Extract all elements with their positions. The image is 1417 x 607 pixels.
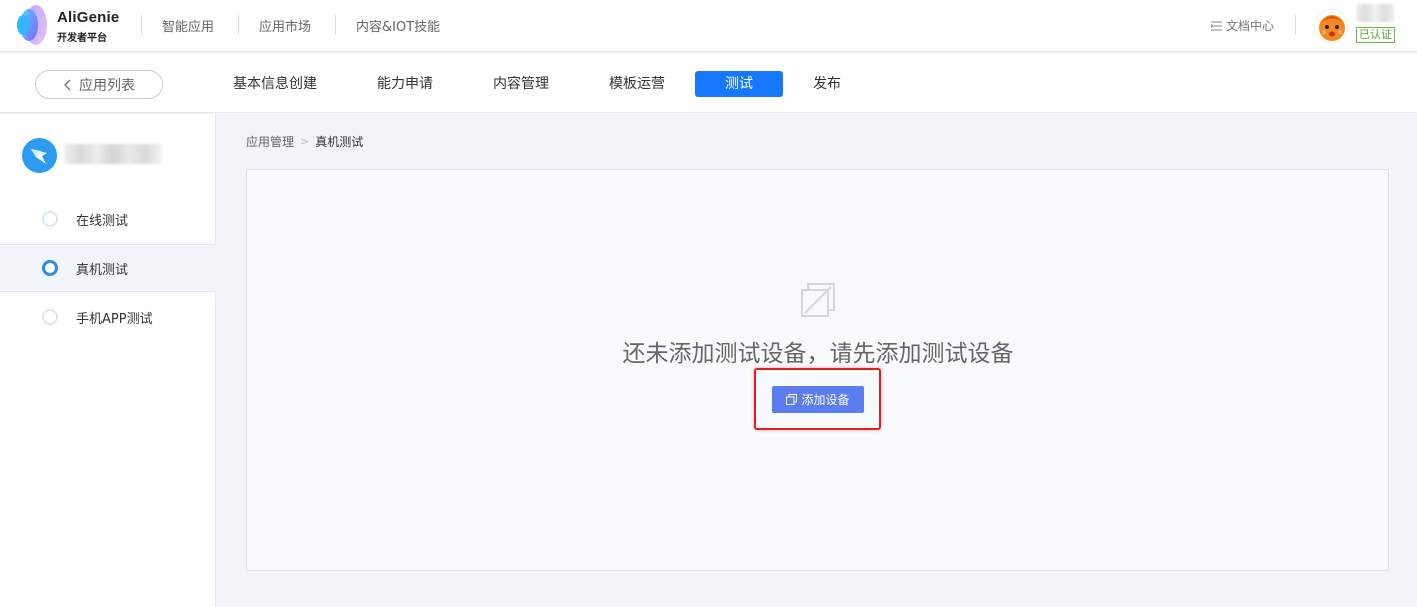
doc-list-icon (1210, 20, 1222, 31)
back-to-app-list-button[interactable]: 应用列表 (35, 70, 163, 99)
sidebar-item-label: 手机APP测试 (76, 311, 153, 327)
radio-dot-icon (42, 260, 58, 276)
sidebar-item-device-test[interactable]: 真机测试 (0, 244, 216, 292)
app-name-redacted (64, 144, 162, 164)
breadcrumb: 应用管理 > 真机测试 (246, 133, 363, 150)
aligenie-logo-icon[interactable] (14, 3, 50, 47)
radio-dot-icon (42, 211, 58, 227)
divider (1295, 15, 1296, 35)
bird-icon (31, 149, 47, 164)
logo-subtitle: 开发者平台 (57, 33, 107, 44)
sidebar-item-online-test[interactable]: 在线测试 (0, 195, 216, 243)
avatar-face-icon (1319, 15, 1345, 41)
sidebar-item-label: 真机测试 (76, 262, 129, 278)
divider (238, 15, 239, 35)
nav-app-market[interactable]: 应用市场 (259, 16, 311, 35)
breadcrumb-current: 真机测试 (315, 135, 364, 149)
add-device-label: 添加设备 (801, 393, 850, 407)
no-device-icon (801, 283, 835, 317)
doc-center-label: 文档中心 (1226, 19, 1275, 33)
username-redacted (1356, 4, 1394, 22)
empty-state-message: 还未添加测试设备，请先添加测试设备 (622, 341, 1014, 367)
divider (335, 15, 336, 35)
tab-template[interactable]: 模板运营 (609, 71, 665, 97)
radio-dot-icon (42, 309, 58, 325)
tab-publish[interactable]: 发布 (813, 71, 841, 97)
doc-center-link[interactable]: 文档中心 (1210, 17, 1274, 34)
sidebar-item-app-test[interactable]: 手机APP测试 (0, 293, 216, 341)
breadcrumb-parent[interactable]: 应用管理 (246, 133, 294, 150)
user-avatar[interactable] (1314, 9, 1348, 43)
top-header: AliGenie 开发者平台 智能应用 应用市场 内容&IOT技能 文档中心 已… (0, 0, 1417, 52)
tab-basic-info[interactable]: 基本信息创建 (233, 71, 317, 97)
copy-icon (786, 394, 798, 405)
app-icon (22, 138, 57, 173)
test-sidebar: 在线测试 真机测试 手机APP测试 (0, 114, 216, 607)
tab-content[interactable]: 内容管理 (493, 71, 549, 97)
verified-badge: 已认证 (1356, 27, 1395, 43)
sidebar-item-label: 在线测试 (76, 213, 129, 229)
tab-capability[interactable]: 能力申请 (377, 71, 433, 97)
nav-smart-apps[interactable]: 智能应用 (162, 16, 214, 35)
nav-content-iot[interactable]: 内容&IOT技能 (356, 16, 440, 35)
add-device-button[interactable]: 添加设备 (772, 386, 864, 413)
tab-test[interactable]: 测试 (695, 71, 783, 97)
breadcrumb-separator-icon: > (300, 135, 310, 148)
chevron-left-icon (64, 79, 71, 90)
logo-title: AliGenie (57, 9, 120, 26)
back-label: 应用列表 (79, 77, 135, 94)
app-tabs-bar: 应用列表 基本信息创建 能力申请 内容管理 模板运营 测试 发布 (0, 53, 1417, 113)
divider (141, 15, 142, 35)
